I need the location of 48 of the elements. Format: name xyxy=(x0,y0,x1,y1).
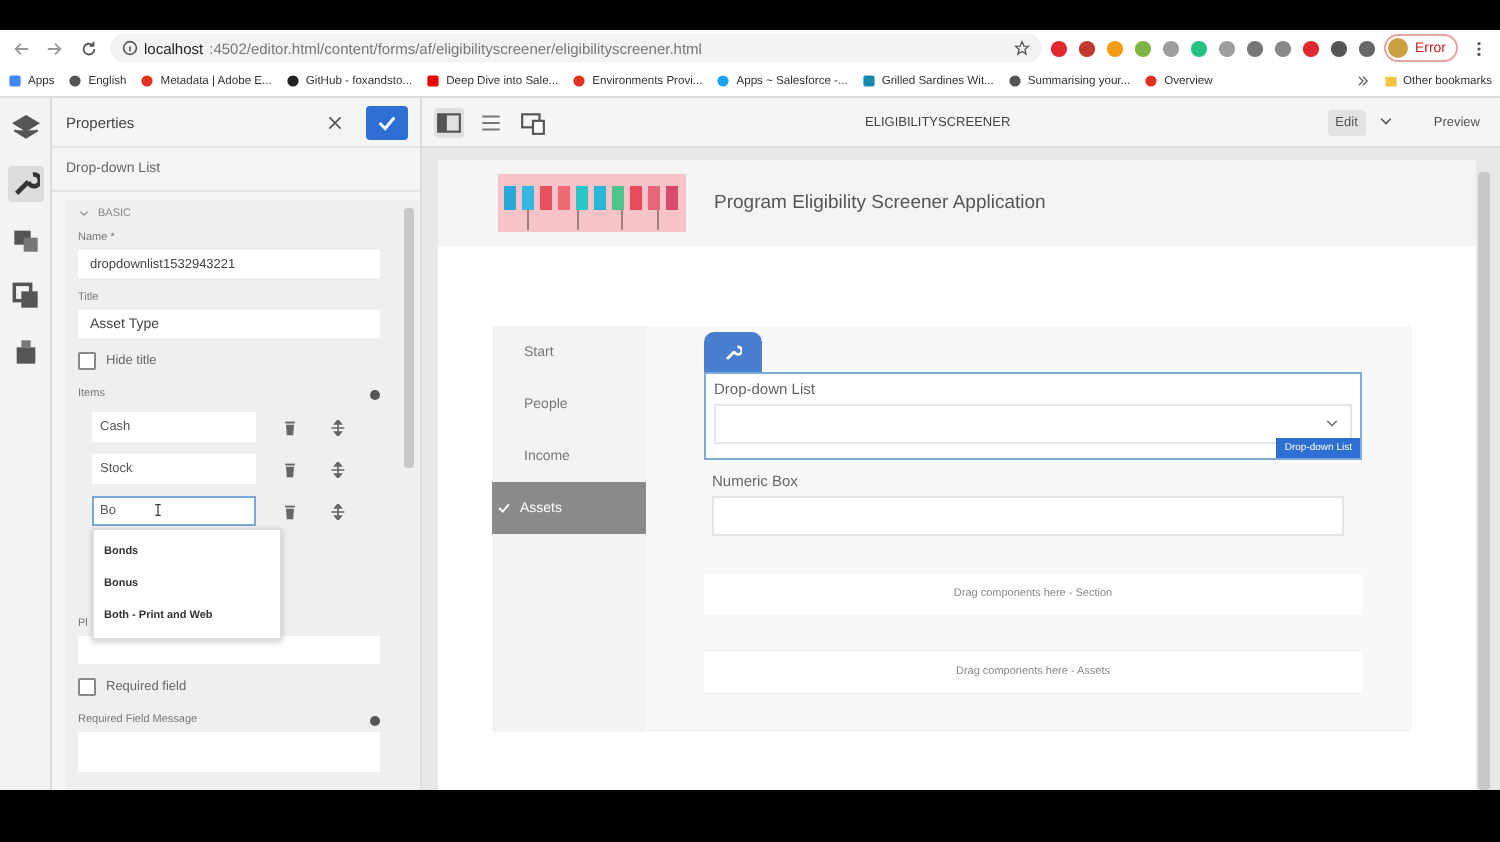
move-icon[interactable] xyxy=(330,503,346,519)
checkbox[interactable] xyxy=(78,678,96,696)
info-icon xyxy=(122,40,138,56)
scrollbar[interactable] xyxy=(1478,172,1490,790)
back-icon[interactable] xyxy=(12,39,30,57)
check-icon xyxy=(498,502,510,514)
folder-icon xyxy=(1383,74,1398,88)
scrollbar[interactable] xyxy=(404,208,414,468)
bookmark-icon xyxy=(572,74,587,88)
bookmark-icon xyxy=(426,74,441,88)
numeric-field[interactable] xyxy=(712,496,1344,536)
bookmark-icon xyxy=(716,74,731,88)
wrench-icon[interactable] xyxy=(7,166,43,202)
trash-icon[interactable] xyxy=(282,461,298,477)
text-cursor-icon xyxy=(154,502,162,518)
bookmark-icon xyxy=(1144,74,1159,88)
info-icon[interactable] xyxy=(370,715,380,725)
chevron-down-icon[interactable] xyxy=(1377,114,1394,130)
info-icon[interactable] xyxy=(370,389,380,399)
placeholder-field[interactable] xyxy=(78,636,380,664)
bookmark-icon xyxy=(68,74,83,88)
edit-toolbar[interactable] xyxy=(704,332,762,372)
bookmark-icon xyxy=(140,74,155,88)
copy-icon[interactable] xyxy=(7,278,43,314)
emulator-icon[interactable] xyxy=(518,107,548,137)
bookmark-icon xyxy=(8,74,22,88)
bookmark-icon xyxy=(1007,74,1022,88)
done-button[interactable] xyxy=(366,105,408,139)
checkbox[interactable] xyxy=(78,352,96,370)
move-icon[interactable] xyxy=(330,419,346,435)
reload-icon[interactable] xyxy=(80,39,98,57)
bookmark-icon xyxy=(861,74,876,88)
star-icon[interactable] xyxy=(1014,40,1031,56)
avatar-icon xyxy=(1388,38,1409,58)
trash-icon[interactable] xyxy=(282,419,298,435)
close-icon[interactable] xyxy=(328,115,342,129)
sidepanel-icon[interactable] xyxy=(434,107,464,137)
chevron-down-icon[interactable] xyxy=(78,208,90,220)
move-icon[interactable] xyxy=(330,461,346,477)
wrench-icon xyxy=(724,343,742,361)
bookmark-icon xyxy=(285,74,300,88)
chevron-down-icon xyxy=(1324,416,1340,432)
more-icon[interactable] xyxy=(1355,74,1370,88)
check-icon xyxy=(376,111,398,133)
trash-icon[interactable] xyxy=(282,503,298,519)
form-title: Program Eligibility Screener Application xyxy=(714,192,1046,214)
forward-icon[interactable] xyxy=(46,39,64,57)
dropdown-field[interactable] xyxy=(714,404,1352,444)
